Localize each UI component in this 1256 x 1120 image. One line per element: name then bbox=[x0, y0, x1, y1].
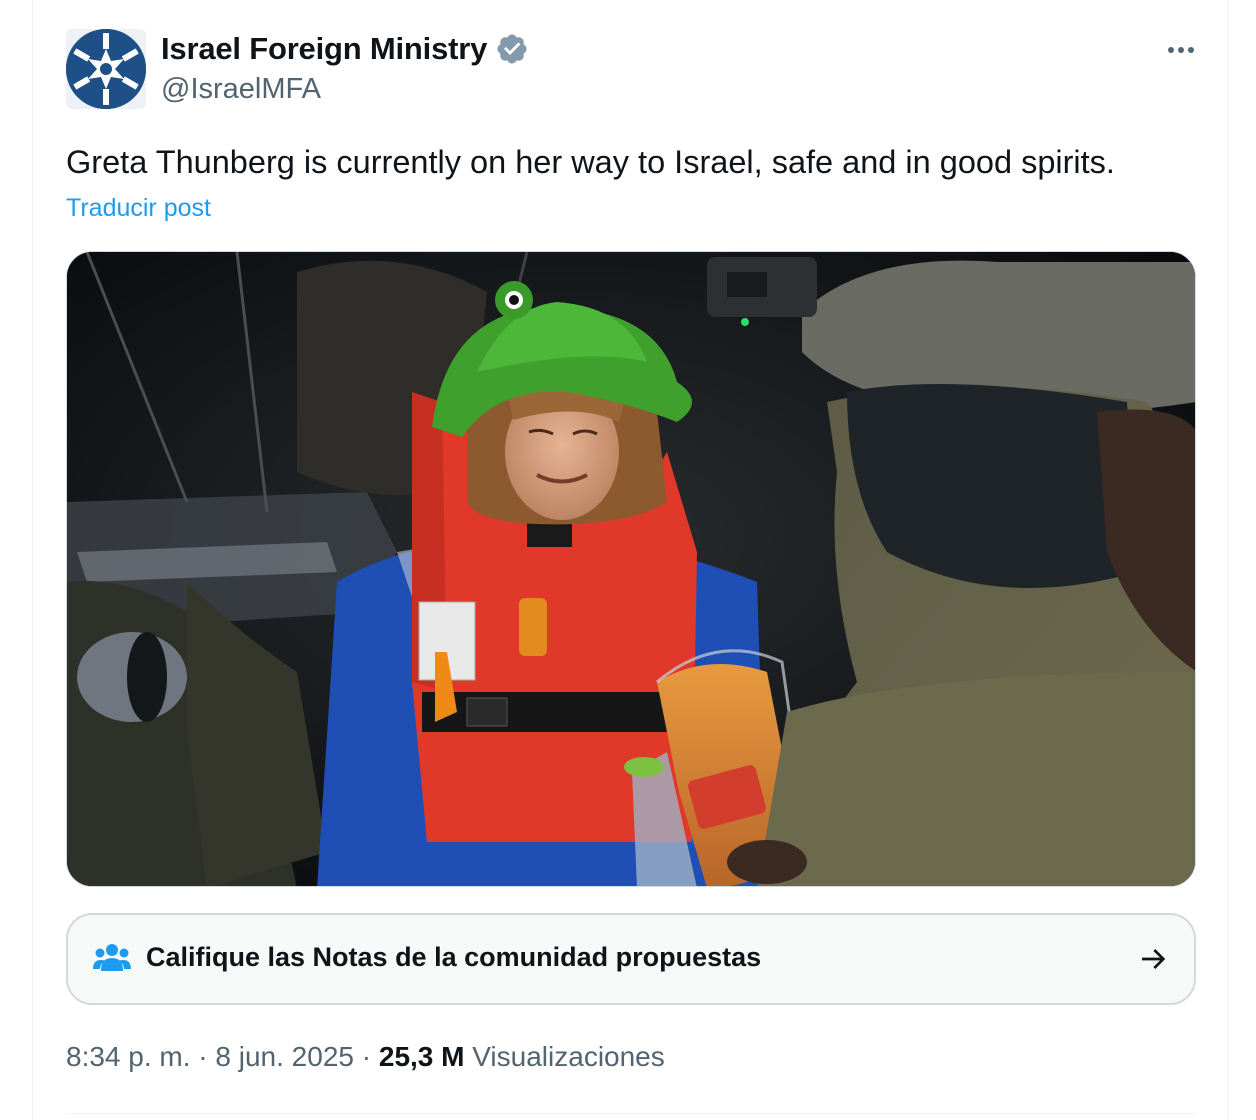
more-options-button[interactable] bbox=[1159, 30, 1203, 70]
meta-separator: · bbox=[190, 1041, 216, 1072]
tweet-meta: 8:34 p. m. · 8 jun. 2025 · 25,3 M Visual… bbox=[66, 1041, 665, 1073]
account-handle[interactable]: @IsraelMFA bbox=[161, 73, 321, 106]
tweet-card: Israel Foreign Ministry @IsraelMFA Greta… bbox=[32, 0, 1228, 1120]
views-count: 25,3 M bbox=[378, 1041, 465, 1072]
more-dot-icon bbox=[1188, 47, 1194, 53]
photo-illustration bbox=[67, 252, 1195, 886]
tweet-photo[interactable] bbox=[66, 251, 1196, 887]
people-icon bbox=[93, 944, 131, 971]
israel-mfa-logo-icon bbox=[66, 29, 146, 109]
account-avatar[interactable] bbox=[66, 29, 146, 109]
account-display-name[interactable]: Israel Foreign Ministry bbox=[161, 31, 487, 67]
community-notes-label: Califique las Notas de la comunidad prop… bbox=[146, 942, 762, 972]
more-dot-icon bbox=[1178, 47, 1184, 53]
views-label: Visualizaciones bbox=[464, 1041, 665, 1072]
meta-separator: · bbox=[353, 1041, 379, 1072]
tweet-time[interactable]: 8:34 p. m. bbox=[66, 1041, 191, 1072]
tweet-text: Greta Thunberg is currently on her way t… bbox=[66, 144, 1115, 180]
tweet-date[interactable]: 8 jun. 2025 bbox=[215, 1041, 354, 1072]
account-name-row: Israel Foreign Ministry bbox=[161, 31, 529, 67]
more-dot-icon bbox=[1168, 47, 1174, 53]
community-notes-prompt[interactable]: Califique las Notas de la comunidad prop… bbox=[66, 913, 1196, 1005]
verified-badge-icon[interactable] bbox=[495, 32, 529, 66]
arrow-right-icon bbox=[1142, 949, 1166, 969]
divider bbox=[66, 1113, 1196, 1114]
translate-post-link[interactable]: Traducir post bbox=[66, 194, 211, 223]
